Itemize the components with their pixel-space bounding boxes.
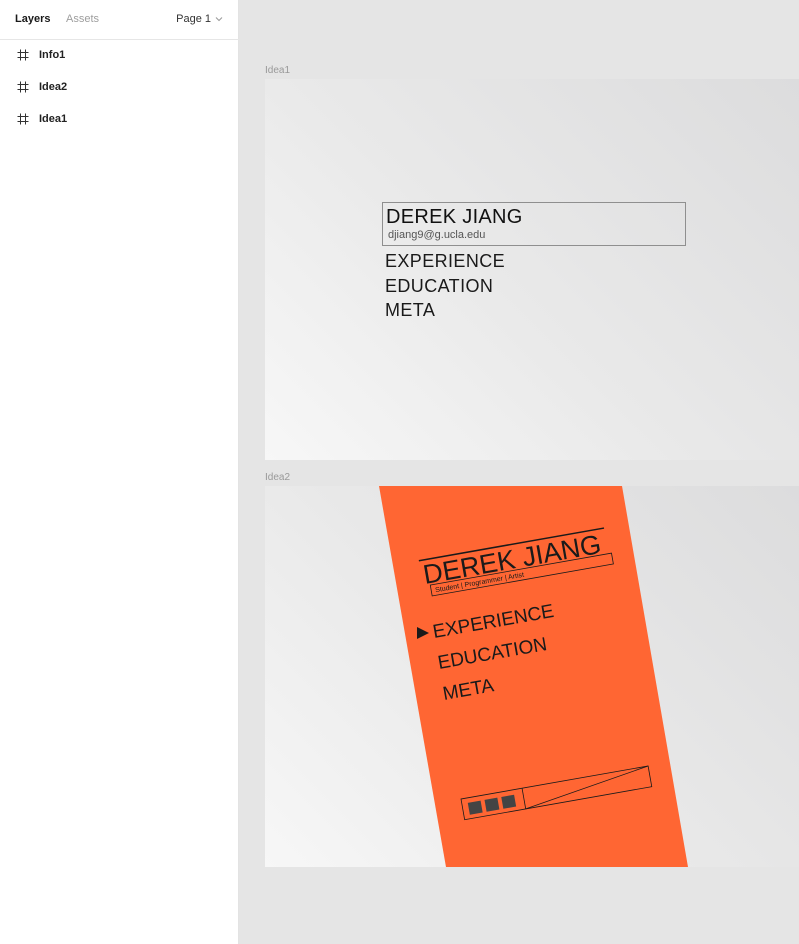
layer-label: Idea1 xyxy=(39,113,68,125)
frame-label-idea1[interactable]: Idea1 xyxy=(265,65,290,76)
name-heading: DEREK JIANG xyxy=(386,206,523,228)
frame-label-idea2[interactable]: Idea2 xyxy=(265,472,290,483)
layer-label: Idea2 xyxy=(39,81,68,93)
panel-header: Layers Assets Page 1 xyxy=(0,0,239,40)
tab-assets[interactable]: Assets xyxy=(66,12,99,26)
layer-item-info1[interactable]: Info1 xyxy=(0,39,239,71)
menu-item-experience: EXPERIENCE xyxy=(385,251,506,271)
design-canvas[interactable]: Idea1 DEREK JIANG djiang9@g.ucla.edu EXP… xyxy=(240,0,799,944)
frame-icon xyxy=(17,113,29,125)
email-text: djiang9@g.ucla.edu xyxy=(388,229,486,241)
page-selector[interactable]: Page 1 xyxy=(176,12,223,26)
name-header-box: DEREK JIANG djiang9@g.ucla.edu xyxy=(382,202,686,246)
idea2-artwork: DEREK JIANG Student | Programmer | Artis… xyxy=(379,486,688,867)
square-block xyxy=(501,794,517,809)
frame-icon xyxy=(17,81,29,93)
frame-idea2[interactable]: DEREK JIANG Student | Programmer | Artis… xyxy=(265,486,799,867)
frame-icon xyxy=(17,49,29,61)
menu-item-education: EDUCATION xyxy=(385,276,494,296)
layer-item-idea1[interactable]: Idea1 xyxy=(0,103,239,135)
tab-layers[interactable]: Layers xyxy=(15,12,50,26)
square-block xyxy=(467,800,483,815)
frame-idea1[interactable]: DEREK JIANG djiang9@g.ucla.edu EXPERIENC… xyxy=(265,79,799,460)
square-block xyxy=(484,797,500,812)
chevron-down-icon xyxy=(215,17,223,22)
menu-item-meta: META xyxy=(385,300,436,320)
page-selector-label: Page 1 xyxy=(176,13,211,25)
layer-item-idea2[interactable]: Idea2 xyxy=(0,71,239,103)
layers-panel: Layers Assets Page 1 Info1 Idea2 Idea1 xyxy=(0,0,239,944)
layer-label: Info1 xyxy=(39,49,66,61)
